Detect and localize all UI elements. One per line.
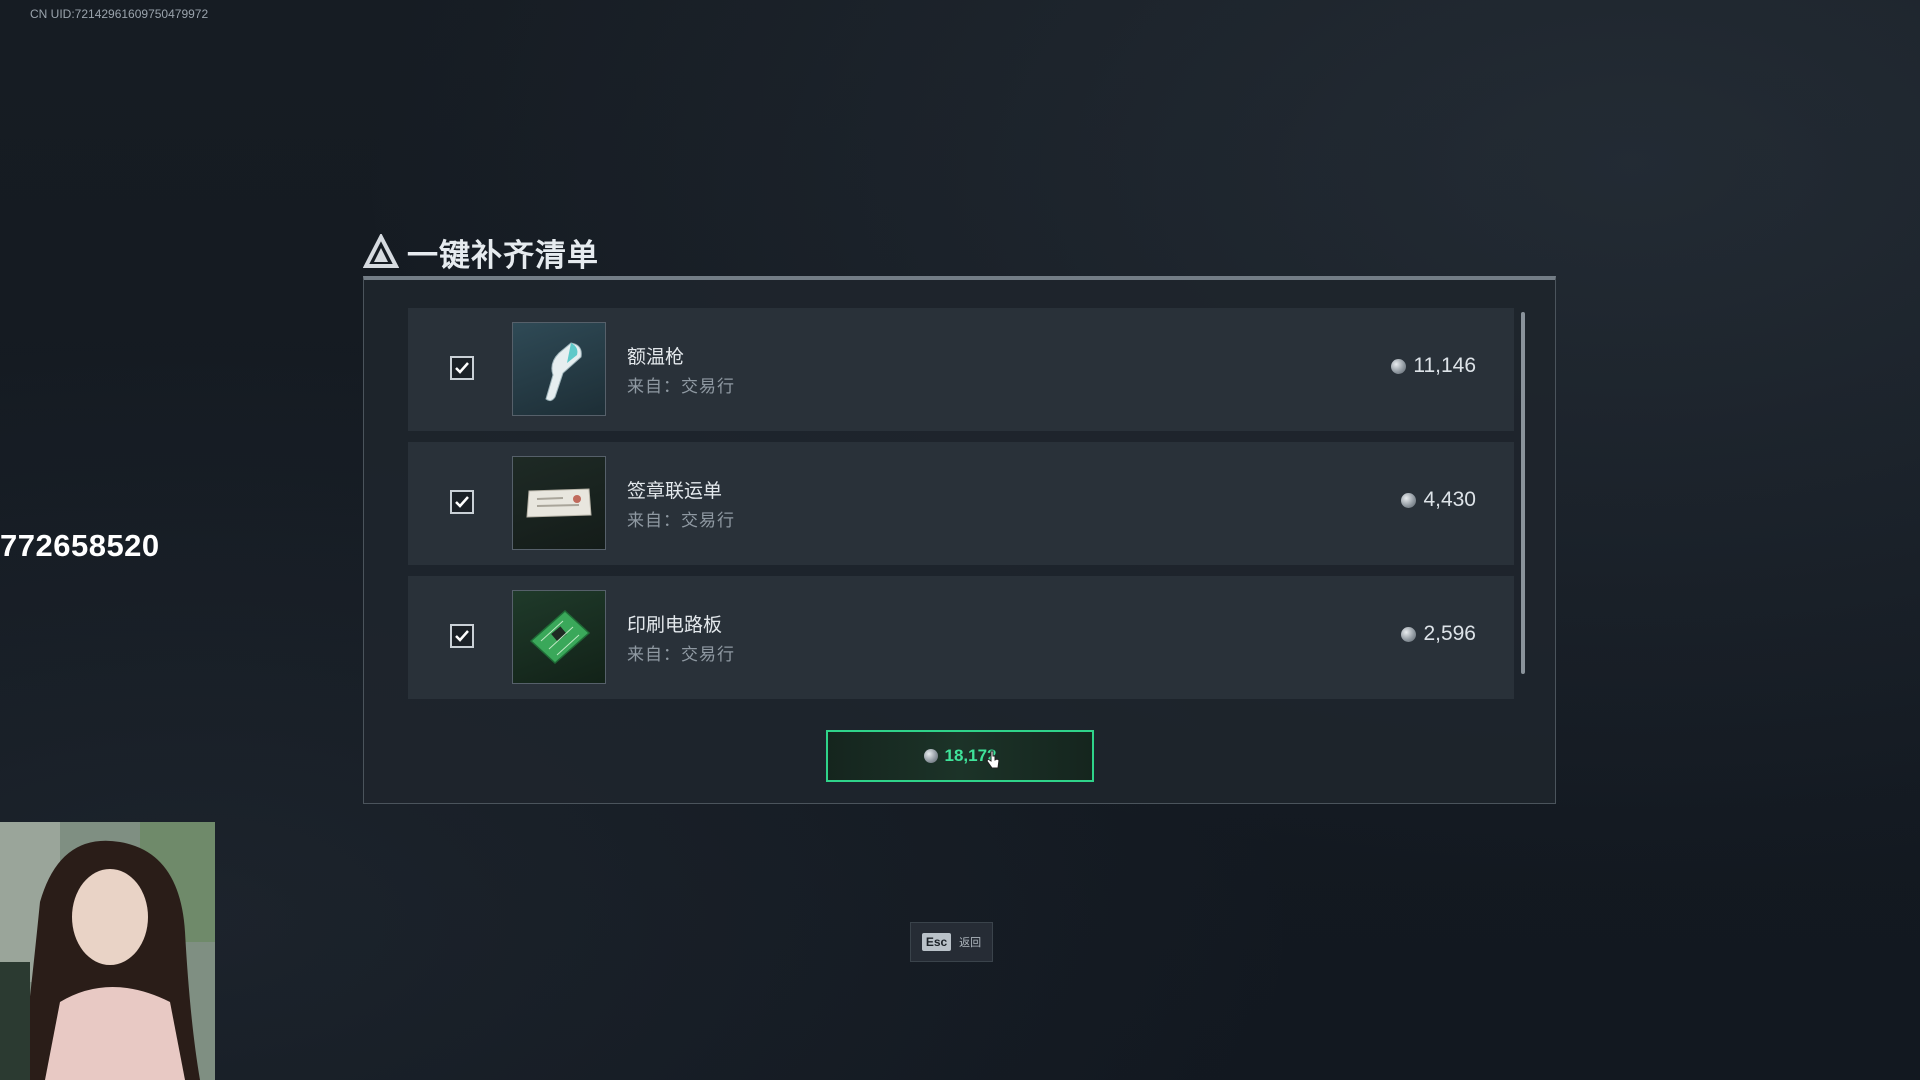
mouse-cursor-icon bbox=[986, 750, 1000, 769]
item-price: 2,596 bbox=[1401, 622, 1476, 646]
item-price: 11,146 bbox=[1391, 354, 1476, 378]
list-scrollbar[interactable] bbox=[1521, 312, 1525, 674]
coin-icon bbox=[1401, 492, 1417, 508]
item-price-value: 4,430 bbox=[1423, 488, 1476, 511]
item-source: 来自：交易行 bbox=[627, 377, 735, 397]
item-source: 来自：交易行 bbox=[627, 645, 735, 665]
back-label: 返回 bbox=[959, 936, 982, 949]
item-checkbox[interactable] bbox=[450, 490, 474, 514]
uid-label: CN UID:7214296160975047997​2 bbox=[30, 7, 209, 21]
dialog-header: 一键补齐清单 bbox=[363, 230, 599, 274]
webcam-overlay bbox=[0, 822, 215, 1080]
item-list: 额温枪 来自：交易行 11,146 签章联运单 来自：交易行 4,430 印刷电… bbox=[408, 308, 1514, 710]
esc-back-hint[interactable]: Esc 返回 bbox=[910, 922, 993, 962]
item-price-value: 11,146 bbox=[1413, 354, 1476, 377]
stream-overlay-number: 772658520 bbox=[0, 528, 160, 563]
item-price: 4,430 bbox=[1401, 488, 1476, 512]
list-item[interactable]: 签章联运单 来自：交易行 4,430 bbox=[408, 442, 1514, 565]
checkmark-icon bbox=[455, 362, 469, 374]
list-item[interactable]: 额温枪 来自：交易行 11,146 bbox=[408, 308, 1514, 431]
triangle-logo-icon bbox=[363, 234, 399, 268]
checkmark-icon bbox=[455, 496, 469, 508]
coin-icon bbox=[1401, 626, 1417, 642]
coin-icon bbox=[923, 749, 938, 763]
restock-dialog: 额温枪 来自：交易行 11,146 签章联运单 来自：交易行 4,430 印刷电… bbox=[363, 276, 1556, 804]
item-name: 额温枪 bbox=[627, 346, 685, 368]
confirm-purchase-button[interactable]: 18,172 bbox=[826, 730, 1094, 782]
item-name: 印刷电路板 bbox=[627, 614, 723, 636]
item-name: 签章联运单 bbox=[627, 480, 723, 502]
esc-key-icon: Esc bbox=[921, 933, 952, 951]
dialog-title: 一键补齐清单 bbox=[407, 237, 599, 274]
item-price-value: 2,596 bbox=[1423, 622, 1476, 645]
thermometer-gun-icon bbox=[512, 322, 606, 416]
document-icon bbox=[512, 456, 606, 550]
item-checkbox[interactable] bbox=[450, 624, 474, 648]
circuit-board-icon bbox=[512, 590, 606, 684]
coin-icon bbox=[1391, 358, 1407, 374]
item-checkbox[interactable] bbox=[450, 356, 474, 380]
list-item[interactable]: 印刷电路板 来自：交易行 2,596 bbox=[408, 576, 1514, 699]
item-source: 来自：交易行 bbox=[627, 511, 735, 531]
checkmark-icon bbox=[455, 630, 469, 642]
